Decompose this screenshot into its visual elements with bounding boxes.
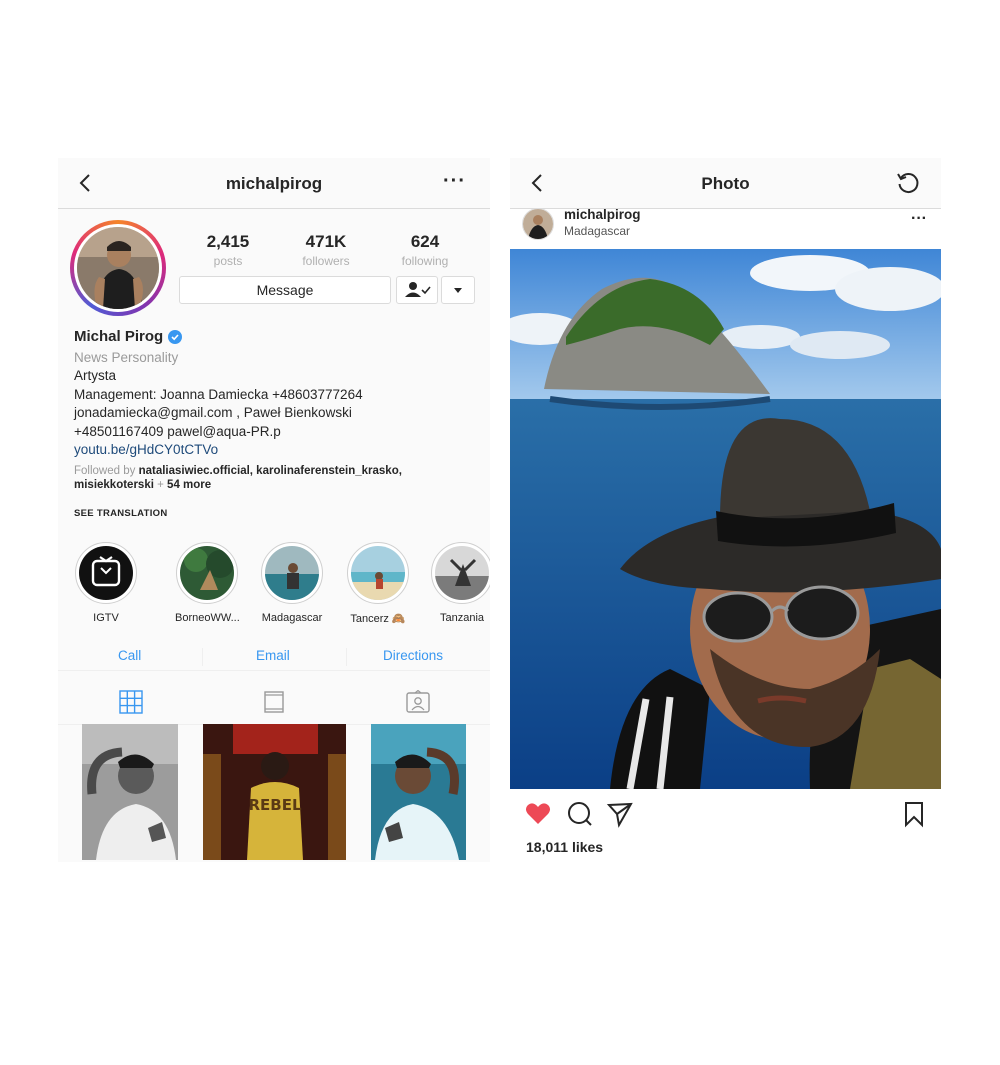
post-author-avatar[interactable] bbox=[522, 208, 554, 240]
profile-bio: Michal Pirog News Personality Artysta Ma… bbox=[74, 328, 484, 493]
highlight-tanzania[interactable]: Tanzania bbox=[430, 542, 490, 624]
see-translation-link[interactable]: SEE TRANSLATION bbox=[74, 508, 168, 519]
refresh-icon[interactable] bbox=[895, 170, 921, 196]
grid-icon[interactable] bbox=[118, 690, 144, 714]
igtv-tab-icon[interactable] bbox=[261, 690, 287, 714]
post-header: michalpirog Madagascar ··· bbox=[510, 207, 941, 248]
email-button[interactable]: Email bbox=[256, 648, 290, 663]
igtv-icon bbox=[91, 556, 121, 587]
profile-tabs bbox=[58, 682, 490, 725]
grid-post-thumbnail[interactable]: REBEL bbox=[203, 724, 346, 860]
followed-by-more: 54 more bbox=[167, 479, 212, 491]
highlight-label: BorneoWW... bbox=[175, 612, 240, 624]
grid-post-thumbnail[interactable] bbox=[82, 724, 178, 860]
post-image[interactable] bbox=[510, 249, 941, 789]
followers-count[interactable]: 471K followers bbox=[286, 232, 366, 268]
following-button[interactable] bbox=[396, 276, 438, 304]
profile-avatar[interactable] bbox=[70, 220, 166, 316]
verified-icon bbox=[168, 330, 183, 345]
heart-icon[interactable] bbox=[524, 800, 552, 828]
highlight-label: Madagascar bbox=[261, 612, 323, 624]
highlight-cover bbox=[431, 542, 490, 604]
photo-screen: Photo michalpirog Madagascar ··· 18,011 … bbox=[510, 158, 941, 862]
bio-line: Artysta bbox=[74, 368, 117, 383]
chevron-down-icon bbox=[454, 288, 462, 293]
highlight-cover bbox=[75, 542, 137, 604]
suggested-dropdown-button[interactable] bbox=[441, 276, 475, 304]
directions-button[interactable]: Directions bbox=[383, 648, 443, 663]
likes-count[interactable]: 18,011 likes bbox=[526, 839, 603, 855]
highlight-label: Tanzania bbox=[439, 612, 485, 624]
highlight-borneo[interactable]: BorneoWW... bbox=[175, 542, 240, 624]
bio-line: Management: Joanna Damiecka +48603777264 bbox=[74, 386, 363, 402]
tagged-icon[interactable] bbox=[405, 690, 431, 714]
followed-by-text[interactable]: Followed by nataliasiwiec.official, karo… bbox=[74, 464, 484, 493]
highlight-igtv[interactable]: IGTV bbox=[74, 542, 138, 624]
profile-name: Michal Pirog bbox=[74, 328, 164, 345]
profile-name-row: Michal Pirog bbox=[74, 328, 484, 347]
share-icon[interactable] bbox=[606, 800, 634, 828]
bio-line: +48501167409 pawel@aqua-PR.p bbox=[74, 423, 281, 439]
highlight-cover bbox=[261, 542, 323, 604]
followed-by-joiner: + bbox=[157, 479, 164, 491]
more-icon[interactable]: ··· bbox=[911, 210, 927, 228]
followers-count-label: followers bbox=[302, 254, 350, 268]
comment-icon[interactable] bbox=[566, 800, 594, 828]
highlight-madagascar[interactable]: Madagascar bbox=[260, 542, 324, 624]
profile-username-title: michalpirog bbox=[225, 174, 323, 193]
post-location[interactable]: Madagascar bbox=[564, 224, 630, 238]
profile-navbar: michalpirog ··· bbox=[58, 158, 490, 209]
followed-by-users-2: misiekkoterski bbox=[74, 479, 154, 491]
message-button[interactable]: Message bbox=[179, 276, 391, 304]
bookmark-icon[interactable] bbox=[900, 800, 928, 828]
more-icon[interactable]: ··· bbox=[443, 170, 466, 193]
followed-by-prefix: Followed by bbox=[74, 464, 136, 477]
profile-category: News Personality bbox=[74, 349, 179, 365]
posts-count: 2,415 posts bbox=[188, 232, 268, 268]
posts-count-value: 2,415 bbox=[206, 232, 250, 251]
grid-post-text: REBEL bbox=[248, 796, 301, 814]
divider bbox=[346, 648, 347, 666]
photo-title: Photo bbox=[701, 174, 750, 193]
highlight-tancerz[interactable]: Tancerz 🙈 bbox=[346, 542, 410, 625]
profile-screen: michalpirog ··· 2,415 posts 471K followe… bbox=[58, 158, 490, 862]
contact-buttons-bar: Call Email Directions bbox=[58, 644, 490, 671]
followers-count-value: 471K bbox=[305, 232, 347, 251]
followed-by-users: nataliasiwiec.official, karolinaferenste… bbox=[138, 464, 402, 477]
following-count-value: 624 bbox=[410, 232, 440, 251]
post-author-username[interactable]: michalpirog bbox=[564, 207, 641, 222]
highlight-cover bbox=[176, 542, 238, 604]
highlight-label: IGTV bbox=[93, 612, 119, 624]
divider bbox=[202, 648, 203, 666]
posts-count-label: posts bbox=[213, 254, 243, 268]
call-button[interactable]: Call bbox=[118, 648, 141, 663]
highlight-cover bbox=[347, 542, 409, 604]
following-count-label: following bbox=[401, 254, 449, 268]
following-count[interactable]: 624 following bbox=[385, 232, 465, 268]
profile-avatar-photo bbox=[77, 227, 159, 309]
grid-post-thumbnail[interactable] bbox=[371, 724, 466, 860]
bio-line: jonadamiecka@gmail.com , Paweł Bienkowsk… bbox=[74, 405, 352, 420]
bio-link[interactable]: youtu.be/gHdCY0tCTVo bbox=[74, 441, 484, 460]
follow-check-icon bbox=[405, 282, 431, 297]
photo-navbar: Photo bbox=[510, 158, 941, 209]
highlight-label: Tancerz 🙈 bbox=[350, 613, 406, 625]
